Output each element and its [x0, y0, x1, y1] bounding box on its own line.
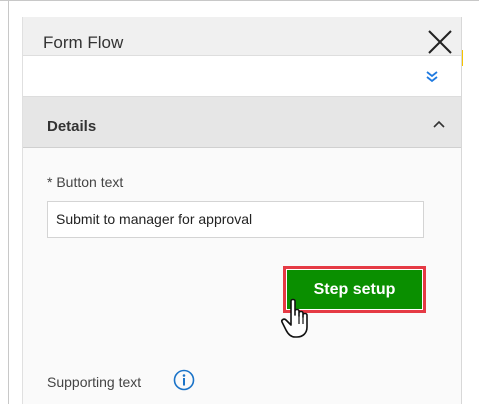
form-flow-panel: Form Flow Details * Button text Submit t… [22, 17, 462, 404]
supporting-text-label: Supporting text [47, 374, 142, 390]
panel-toolbar [23, 56, 461, 97]
background-divider [8, 0, 9, 404]
details-section-header[interactable]: Details [23, 97, 461, 148]
double-chevron-down-icon[interactable] [425, 70, 439, 84]
hand-pointer-icon [281, 298, 308, 338]
panel-header: Form Flow [23, 17, 461, 56]
button-text-label: * Button text [47, 174, 124, 190]
details-title: Details [47, 118, 97, 135]
info-icon[interactable] [173, 369, 195, 391]
caret-up-icon[interactable] [432, 117, 446, 131]
panel-title: Form Flow [43, 33, 124, 52]
button-text-input[interactable]: Submit to manager for approval [47, 201, 424, 238]
close-icon[interactable] [427, 29, 453, 55]
